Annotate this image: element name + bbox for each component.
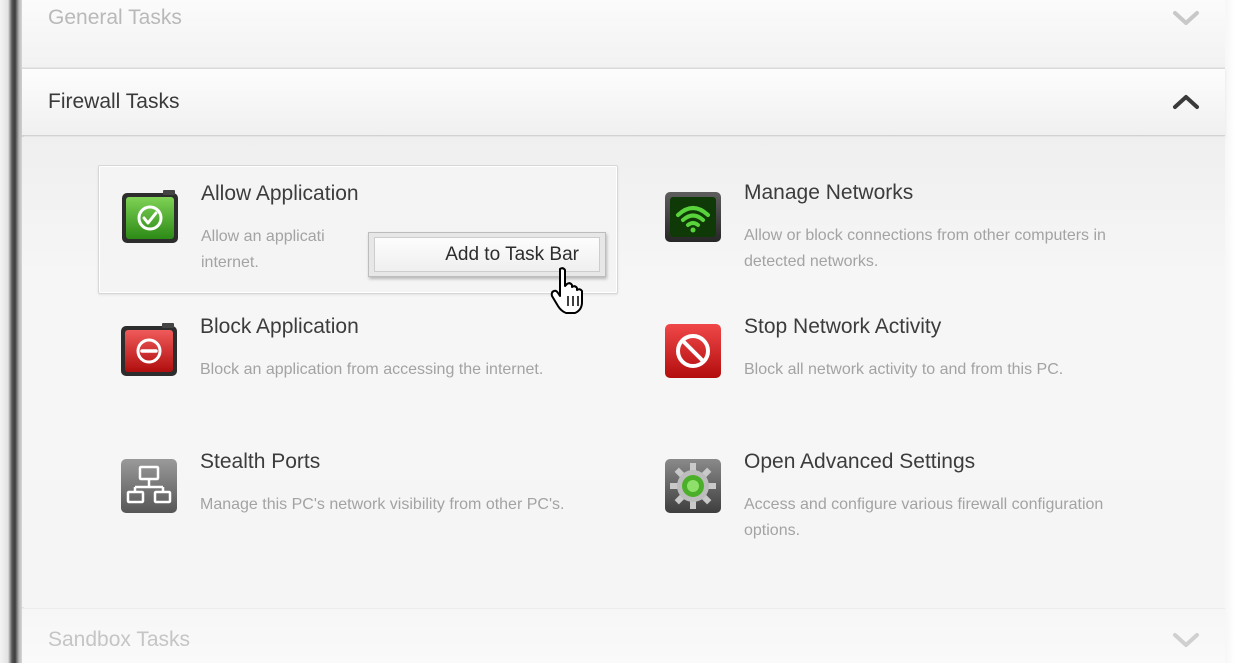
section-title: General Tasks [48,5,182,29]
task-title: Block Application [200,315,359,338]
task-title: Open Advanced Settings [744,450,976,473]
task-stop-network-activity[interactable]: Stop Network Activity Block all network … [642,299,1162,427]
task-title: Allow Application [201,182,359,205]
task-description: Block all network activity to and from t… [744,361,1064,378]
stop-icon [662,319,724,381]
chevron-down-icon[interactable] [1169,6,1203,30]
chevron-up-icon[interactable] [1169,90,1203,114]
task-description: Block an application from accessing the … [200,361,544,378]
section-header-sandbox-tasks[interactable]: Sandbox Tasks [22,608,1225,663]
allow-application-icon [119,186,181,248]
task-open-advanced-settings[interactable]: Open Advanced Settings Access and config… [642,434,1162,562]
gear-icon [662,454,724,516]
section-title: Firewall Tasks [48,90,180,113]
section-header-firewall-tasks[interactable]: Firewall Tasks [22,68,1225,136]
chevron-down-icon[interactable] [1169,628,1203,652]
task-manage-networks[interactable]: Manage Networks Allow or block connectio… [642,165,1162,293]
section-title: Sandbox Tasks [48,628,191,651]
section-header-general-tasks[interactable]: General Tasks [22,0,1225,68]
task-panel: General Tasks Firewall Tasks Allow Appli… [0,0,1235,663]
task-description: Allow or block connections from other co… [744,227,1106,270]
task-title: Stealth Ports [200,450,321,473]
firewall-tasks-content: Allow Application Allow an applicati... … [22,137,1225,607]
block-application-icon [118,319,180,381]
task-stealth-ports[interactable]: Stealth Ports Manage this PC's network v… [98,434,618,562]
wifi-icon [662,185,724,247]
window-edge [0,0,24,663]
task-title: Manage Networks [744,181,914,204]
task-description: Manage this PC's network visibility from… [200,496,565,513]
network-computers-icon [118,454,180,516]
task-title: Stop Network Activity [744,315,942,338]
task-description: Access and configure various firewall co… [744,496,1104,539]
hand-cursor-icon [548,266,588,316]
task-block-application[interactable]: Block Application Block an application f… [98,299,618,427]
